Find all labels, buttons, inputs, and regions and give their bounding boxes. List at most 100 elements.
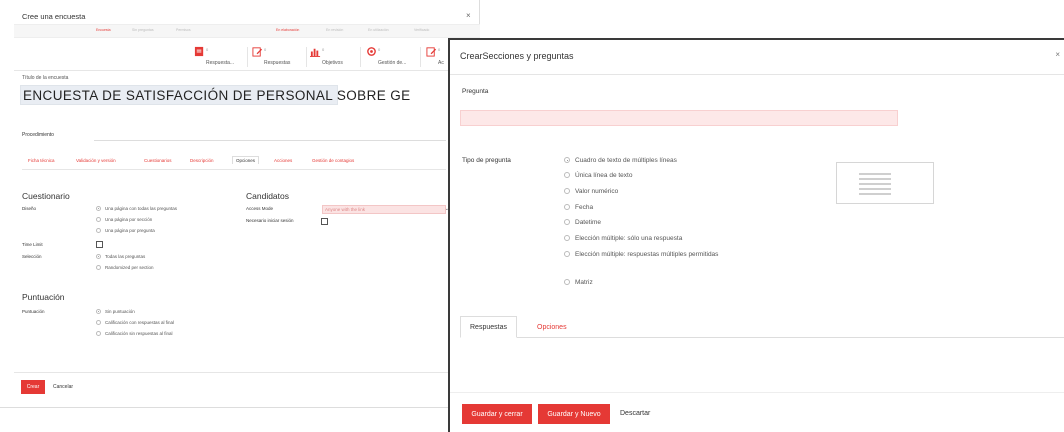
option-label: Única línea de texto — [575, 172, 633, 179]
question-type-option[interactable]: Datetime — [564, 218, 601, 228]
divider — [14, 372, 448, 373]
divider — [450, 392, 1064, 393]
step-sin-preguntas[interactable]: Sin preguntas — [132, 28, 154, 32]
seleccion-option[interactable]: Randomized per section — [96, 265, 154, 270]
form-icon — [194, 46, 204, 57]
step-en-revision[interactable]: En revisión — [326, 28, 343, 32]
question-type-option[interactable]: Cuadro de texto de múltiples líneas — [564, 156, 677, 166]
puntuacion-option[interactable]: Calificación con respuestas al final — [96, 320, 174, 325]
text-line-icon — [859, 183, 891, 185]
toolbar-count: 0 — [438, 47, 441, 52]
create-button[interactable]: Crear — [21, 380, 45, 394]
tab-opciones[interactable]: Opciones — [528, 316, 576, 338]
divider — [247, 47, 248, 67]
toolbar-label: Ac — [438, 60, 444, 66]
dialog-title: Cree una encuesta — [22, 12, 86, 21]
option-label: Elección múltiple: sólo una respuesta — [575, 235, 683, 242]
text-line-icon — [859, 188, 891, 190]
time-limit-checkbox[interactable] — [96, 241, 103, 248]
radio-icon — [96, 254, 101, 259]
question-type-option[interactable]: Elección múltiple: respuestas múltiples … — [564, 250, 734, 260]
access-mode-label: Access Mode — [246, 206, 274, 211]
radio-icon — [564, 172, 570, 178]
tab-ficha-tecnica[interactable]: Ficha técnica — [28, 158, 55, 163]
question-type-option[interactable]: Valor numérico — [564, 187, 618, 197]
tab-gestion-contagios[interactable]: Gestión de contagios — [312, 158, 354, 163]
survey-title-input[interactable]: ENCUESTA DE SATISFACCIÓN DE PERSONAL SOB… — [20, 85, 410, 105]
save-close-button[interactable]: Guardar y cerrar — [462, 404, 532, 424]
step-verificado[interactable]: Verificado — [414, 28, 429, 32]
step-en-utilizacion[interactable]: En utilización — [368, 28, 389, 32]
diseno-option[interactable]: Una página con todas las preguntas — [96, 206, 177, 211]
toolbar-respuesta-button[interactable]: 0 Respuesta... — [194, 45, 246, 69]
diseno-label: Diseño — [22, 206, 37, 211]
radio-icon — [564, 188, 570, 194]
time-limit-label: Time Limit — [22, 242, 43, 247]
seleccion-label: Selección — [22, 254, 42, 259]
tab-respuestas[interactable]: Respuestas — [460, 316, 517, 338]
text-line-icon — [859, 178, 891, 180]
procedure-input[interactable] — [94, 140, 446, 141]
toolbar-label: Gestión de... — [378, 60, 407, 66]
login-required-checkbox[interactable] — [321, 218, 328, 225]
question-type-option[interactable]: Única línea de texto — [564, 171, 632, 181]
radio-icon — [96, 331, 101, 336]
step-en-elaboracion[interactable]: En elaboración — [276, 28, 299, 32]
option-label: Elección múltiple: respuestas múltiples … — [575, 251, 719, 258]
divider — [420, 47, 421, 67]
tab-validacion[interactable]: Validación y versión — [76, 158, 116, 163]
diseno-option[interactable]: Una página por sección — [96, 217, 152, 222]
divider — [360, 47, 361, 67]
question-type-option[interactable]: Fecha — [564, 203, 593, 213]
login-required-label: Necesario iniciar sesión — [246, 218, 294, 223]
access-mode-value: Anyone with the link — [325, 207, 366, 212]
radio-icon — [564, 235, 570, 241]
question-type-label: Tipo de pregunta — [462, 157, 511, 164]
step-encuesta[interactable]: Encuesta — [96, 28, 111, 32]
option-label: Valor numérico — [575, 188, 619, 195]
question-type-option[interactable]: Elección múltiple: sólo una respuesta — [564, 234, 682, 244]
tab-cuestionarios[interactable]: Cuestionarios — [144, 158, 172, 163]
discard-button[interactable]: Descartar — [620, 410, 650, 417]
close-icon[interactable]: × — [466, 11, 471, 20]
text-line-icon — [859, 193, 891, 195]
survey-title-label: Título de la encuesta — [22, 75, 69, 81]
cancel-button[interactable]: Cancelar — [53, 384, 73, 390]
dialog-title: CrearSecciones y preguntas — [460, 51, 574, 61]
toolbar-objetivos-button[interactable]: 0 Objetivos — [310, 45, 360, 69]
divider — [450, 74, 1064, 75]
option-label: Una página por pregunta — [105, 228, 155, 233]
divider — [306, 47, 307, 67]
option-label: Todas las preguntas — [105, 254, 146, 259]
toolbar-ac-button[interactable]: 0 Ac — [426, 45, 448, 69]
toolbar-gestion-button[interactable]: 0 Gestión de... — [366, 45, 420, 69]
status-bar — [14, 24, 480, 38]
option-label: Cuadro de texto de múltiples líneas — [575, 157, 677, 164]
step-permisos[interactable]: Permisos — [176, 28, 191, 32]
toolbar-respuestas-button[interactable]: 0 Respuestas — [252, 45, 304, 69]
toolbar-count: 0 — [378, 47, 381, 52]
radio-icon — [564, 279, 570, 285]
puntuacion-option[interactable]: Sin puntuación — [96, 309, 135, 314]
question-input[interactable] — [460, 110, 898, 126]
close-icon[interactable]: × — [1055, 50, 1060, 59]
radio-icon — [564, 219, 570, 225]
edit-icon — [426, 47, 437, 57]
access-mode-select[interactable]: Anyone with the link ⌄ — [322, 205, 449, 214]
puntuacion-option[interactable]: Calificación sin respuestas al final — [96, 331, 173, 336]
tab-opciones[interactable]: Opciones — [232, 156, 260, 164]
seleccion-option[interactable]: Todas las preguntas — [96, 254, 145, 259]
screen: Cree una encuesta × Encuesta Sin pregunt… — [0, 0, 1064, 432]
option-label: Fecha — [575, 204, 594, 211]
radio-icon — [96, 320, 101, 325]
toolbar-label: Respuesta... — [206, 60, 235, 66]
tab-acciones[interactable]: Acciones — [274, 158, 292, 163]
text-line-icon — [859, 173, 891, 175]
bar-chart-icon — [310, 48, 321, 57]
tab-descripcion[interactable]: Descripción — [190, 158, 214, 163]
radio-icon — [564, 157, 570, 163]
diseno-option[interactable]: Una página por pregunta — [96, 228, 155, 233]
question-type-option[interactable]: Matriz — [564, 278, 593, 288]
radio-icon — [96, 206, 101, 211]
save-new-button[interactable]: Guardar y Nuevo — [538, 404, 610, 424]
